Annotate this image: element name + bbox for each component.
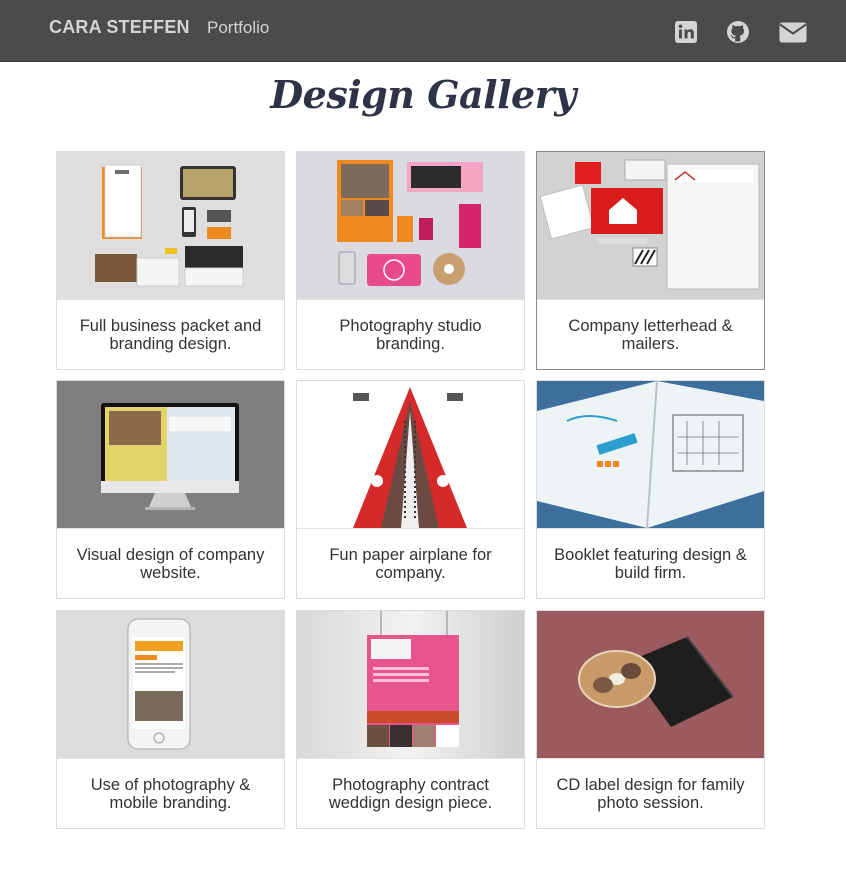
- linkedin-icon[interactable]: [674, 20, 698, 44]
- navbar: CARA STEFFEN Portfolio: [0, 0, 846, 62]
- card-caption: Fun paper airplane for company.: [297, 528, 524, 598]
- gallery-card-letterhead[interactable]: Company letterhead & mailers.: [536, 151, 765, 370]
- gallery-card-photography-studio[interactable]: Photography studio branding.: [296, 151, 525, 370]
- card-caption: Company letterhead & mailers.: [537, 299, 764, 369]
- gallery-card-paper-airplane[interactable]: Fun paper airplane for company.: [296, 380, 525, 599]
- photography-contract-image: [297, 611, 524, 758]
- photography-studio-image: [297, 152, 524, 299]
- card-caption: Photography studio branding.: [297, 299, 524, 369]
- gallery-card-company-website[interactable]: Visual design of company website.: [56, 380, 285, 599]
- cd-label-image: [537, 611, 764, 758]
- nav-link-portfolio[interactable]: Portfolio: [207, 18, 269, 38]
- card-caption: Booklet featuring design & build firm.: [537, 528, 764, 598]
- card-caption: Photography contract weddign design piec…: [297, 758, 524, 828]
- card-caption: Use of photography & mobile branding.: [57, 758, 284, 828]
- business-packet-image: [57, 152, 284, 299]
- gallery-card-business-packet[interactable]: Full business packet and branding design…: [56, 151, 285, 370]
- mail-icon[interactable]: [779, 22, 807, 46]
- github-icon[interactable]: [726, 20, 750, 44]
- card-caption: Visual design of company website.: [57, 528, 284, 598]
- gallery-card-booklet[interactable]: Booklet featuring design & build firm.: [536, 380, 765, 599]
- gallery-card-cd-label[interactable]: CD label design for family photo session…: [536, 610, 765, 829]
- booklet-image: [537, 381, 764, 528]
- brand-name[interactable]: CARA STEFFEN: [49, 17, 190, 38]
- gallery-card-photography-contract[interactable]: Photography contract weddign design piec…: [296, 610, 525, 829]
- paper-airplane-image: [297, 381, 524, 528]
- gallery-card-mobile-branding[interactable]: Use of photography & mobile branding.: [56, 610, 285, 829]
- company-website-image: [57, 381, 284, 528]
- card-caption: CD label design for family photo session…: [537, 758, 764, 828]
- card-caption: Full business packet and branding design…: [57, 299, 284, 369]
- letterhead-image: [537, 152, 764, 299]
- mobile-branding-image: [57, 611, 284, 758]
- page-title: Design Gallery: [270, 72, 576, 117]
